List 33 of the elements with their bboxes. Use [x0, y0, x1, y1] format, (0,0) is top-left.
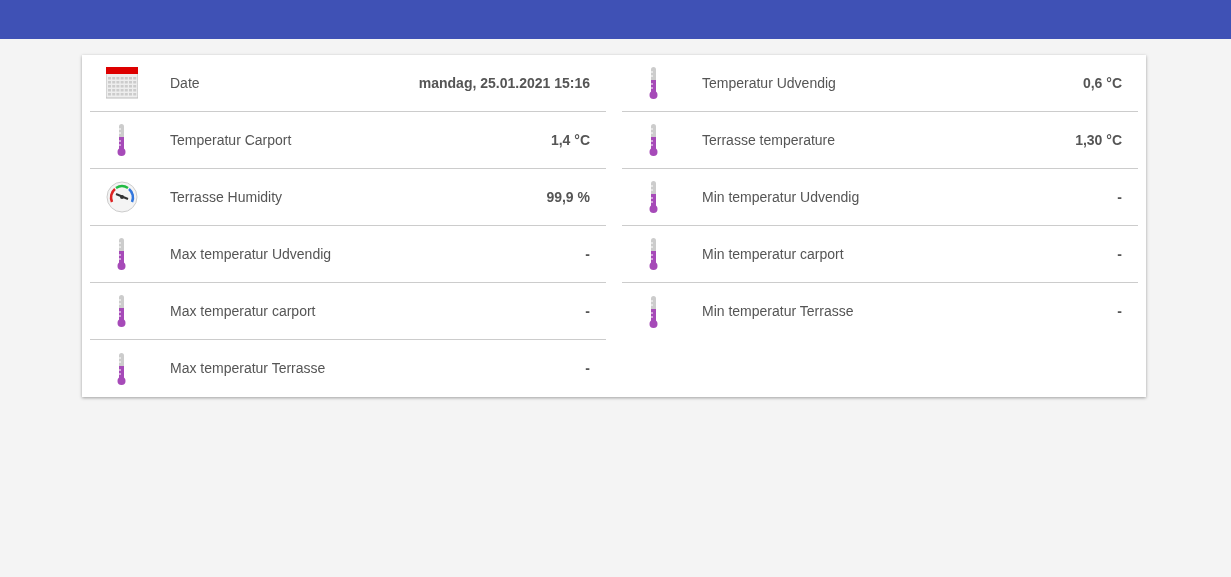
sensor-value: 1,30 °C [1075, 130, 1122, 150]
thermometer-icon [117, 295, 126, 327]
sensor-value: - [1117, 244, 1122, 264]
sensor-label: Max temperatur Udvendig [170, 244, 333, 264]
sensor-value: 0,6 °C [1082, 73, 1122, 93]
sensor-value: - [585, 244, 590, 264]
thermometer-icon [649, 124, 658, 156]
sensor-value: 99,9 % [546, 187, 590, 207]
sensor-value: - [585, 359, 590, 378]
thermometer-icon [117, 352, 126, 385]
sensor-value: - [1117, 187, 1122, 207]
sensor-label: Min temperatur Terrasse [702, 302, 855, 321]
sensor-value: 1,4 °C [550, 130, 590, 150]
sensor-value: - [585, 301, 590, 321]
sensor-label: Date [170, 73, 201, 93]
sensor-label: Terrasse temperature [702, 130, 837, 150]
thermometer-icon [117, 124, 126, 156]
sensor-label: Temperatur Carport [170, 130, 293, 150]
thermometer-icon [649, 238, 658, 270]
sensor-label: Min temperatur carport [702, 244, 845, 264]
gauge-icon [106, 181, 138, 213]
thermometer-icon [649, 67, 658, 99]
thermometer-icon [649, 181, 658, 213]
thermometer-icon [117, 238, 126, 270]
sensor-label: Max temperatur Terrasse [170, 359, 327, 378]
sensor-value: - [1117, 302, 1122, 321]
sensor-label: Temperatur Udvendig [702, 73, 837, 93]
sensor-label: Terrasse Humidity [170, 187, 284, 207]
sensor-value: mandag, 25.01.2021 15:16 [418, 73, 590, 93]
calendar-icon [106, 67, 138, 99]
thermometer-icon [649, 295, 658, 328]
sensor-label: Min temperatur Udvendig [702, 187, 861, 207]
sensor-label: Max temperatur carport [170, 301, 317, 321]
